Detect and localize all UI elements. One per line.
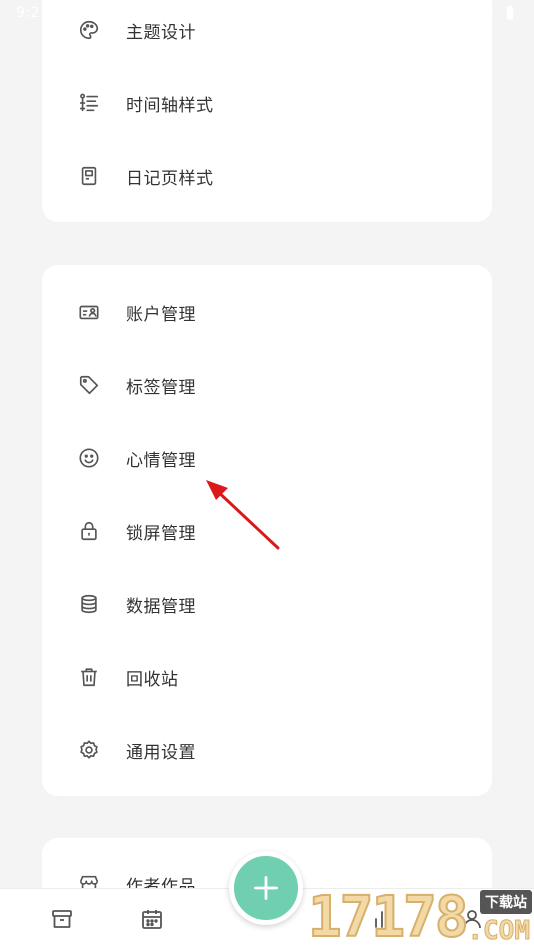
trash-icon <box>78 666 100 688</box>
watermark-tag: 下载站 <box>480 890 532 914</box>
menu-item-label: 时间轴样式 <box>126 95 214 116</box>
calendar-icon[interactable] <box>140 907 164 931</box>
menu-item-label: 标签管理 <box>126 377 196 398</box>
status-left: 9:23 <box>16 5 124 21</box>
settings-gear-icon <box>60 7 73 19</box>
menu-item-label: 锁屏管理 <box>126 523 196 544</box>
annotation-arrow-icon <box>206 480 280 550</box>
wifi-icon <box>478 7 494 19</box>
status-bar: 9:23 <box>0 0 534 26</box>
tag-icon <box>78 374 100 396</box>
archive-box-icon[interactable] <box>50 907 74 931</box>
menu-item-tag-manage[interactable]: 标签管理 <box>42 349 492 421</box>
menu-item-data-manage[interactable]: 数据管理 <box>42 568 492 640</box>
status-right <box>478 5 518 21</box>
menu-item-label: 账户管理 <box>126 304 196 325</box>
database-icon <box>78 593 100 615</box>
menu-item-label: 日记页样式 <box>126 168 214 189</box>
add-entry-button[interactable] <box>229 851 303 925</box>
menu-item-label: 回收站 <box>126 669 179 690</box>
menu-item-timeline-style[interactable]: 时间轴样式 <box>42 67 492 139</box>
sync-icon <box>86 8 97 18</box>
menu-item-label: 心情管理 <box>126 450 196 471</box>
appearance-card: 主题设计 时间轴样式 日记页样式 <box>42 0 492 222</box>
timeline-icon <box>78 92 100 114</box>
plus-icon <box>254 876 278 900</box>
site-watermark: 17178 下载站 .COM <box>307 885 534 950</box>
screen: 9:23 主题设计 时间轴样式 日记页样式 账户管理 标签管理 心情管理 锁屏管… <box>0 0 534 950</box>
notification-square-icon <box>110 6 123 20</box>
diary-page-icon <box>78 165 100 187</box>
menu-item-account-manage[interactable]: 账户管理 <box>42 276 492 348</box>
menu-item-label: 通用设置 <box>126 742 196 763</box>
account-card-icon <box>78 301 100 323</box>
gear-icon <box>78 739 100 761</box>
smiley-icon <box>78 447 100 469</box>
status-time: 9:23 <box>16 5 50 21</box>
watermark-digits: 17178 <box>307 885 470 950</box>
menu-item-diary-page-style[interactable]: 日记页样式 <box>42 140 492 212</box>
menu-item-general-settings[interactable]: 通用设置 <box>42 714 492 786</box>
lock-icon <box>78 520 100 542</box>
watermark-suffix: .COM <box>467 916 531 947</box>
menu-item-recycle-bin[interactable]: 回收站 <box>42 641 492 713</box>
menu-item-label: 数据管理 <box>126 596 196 617</box>
battery-icon <box>506 5 514 20</box>
